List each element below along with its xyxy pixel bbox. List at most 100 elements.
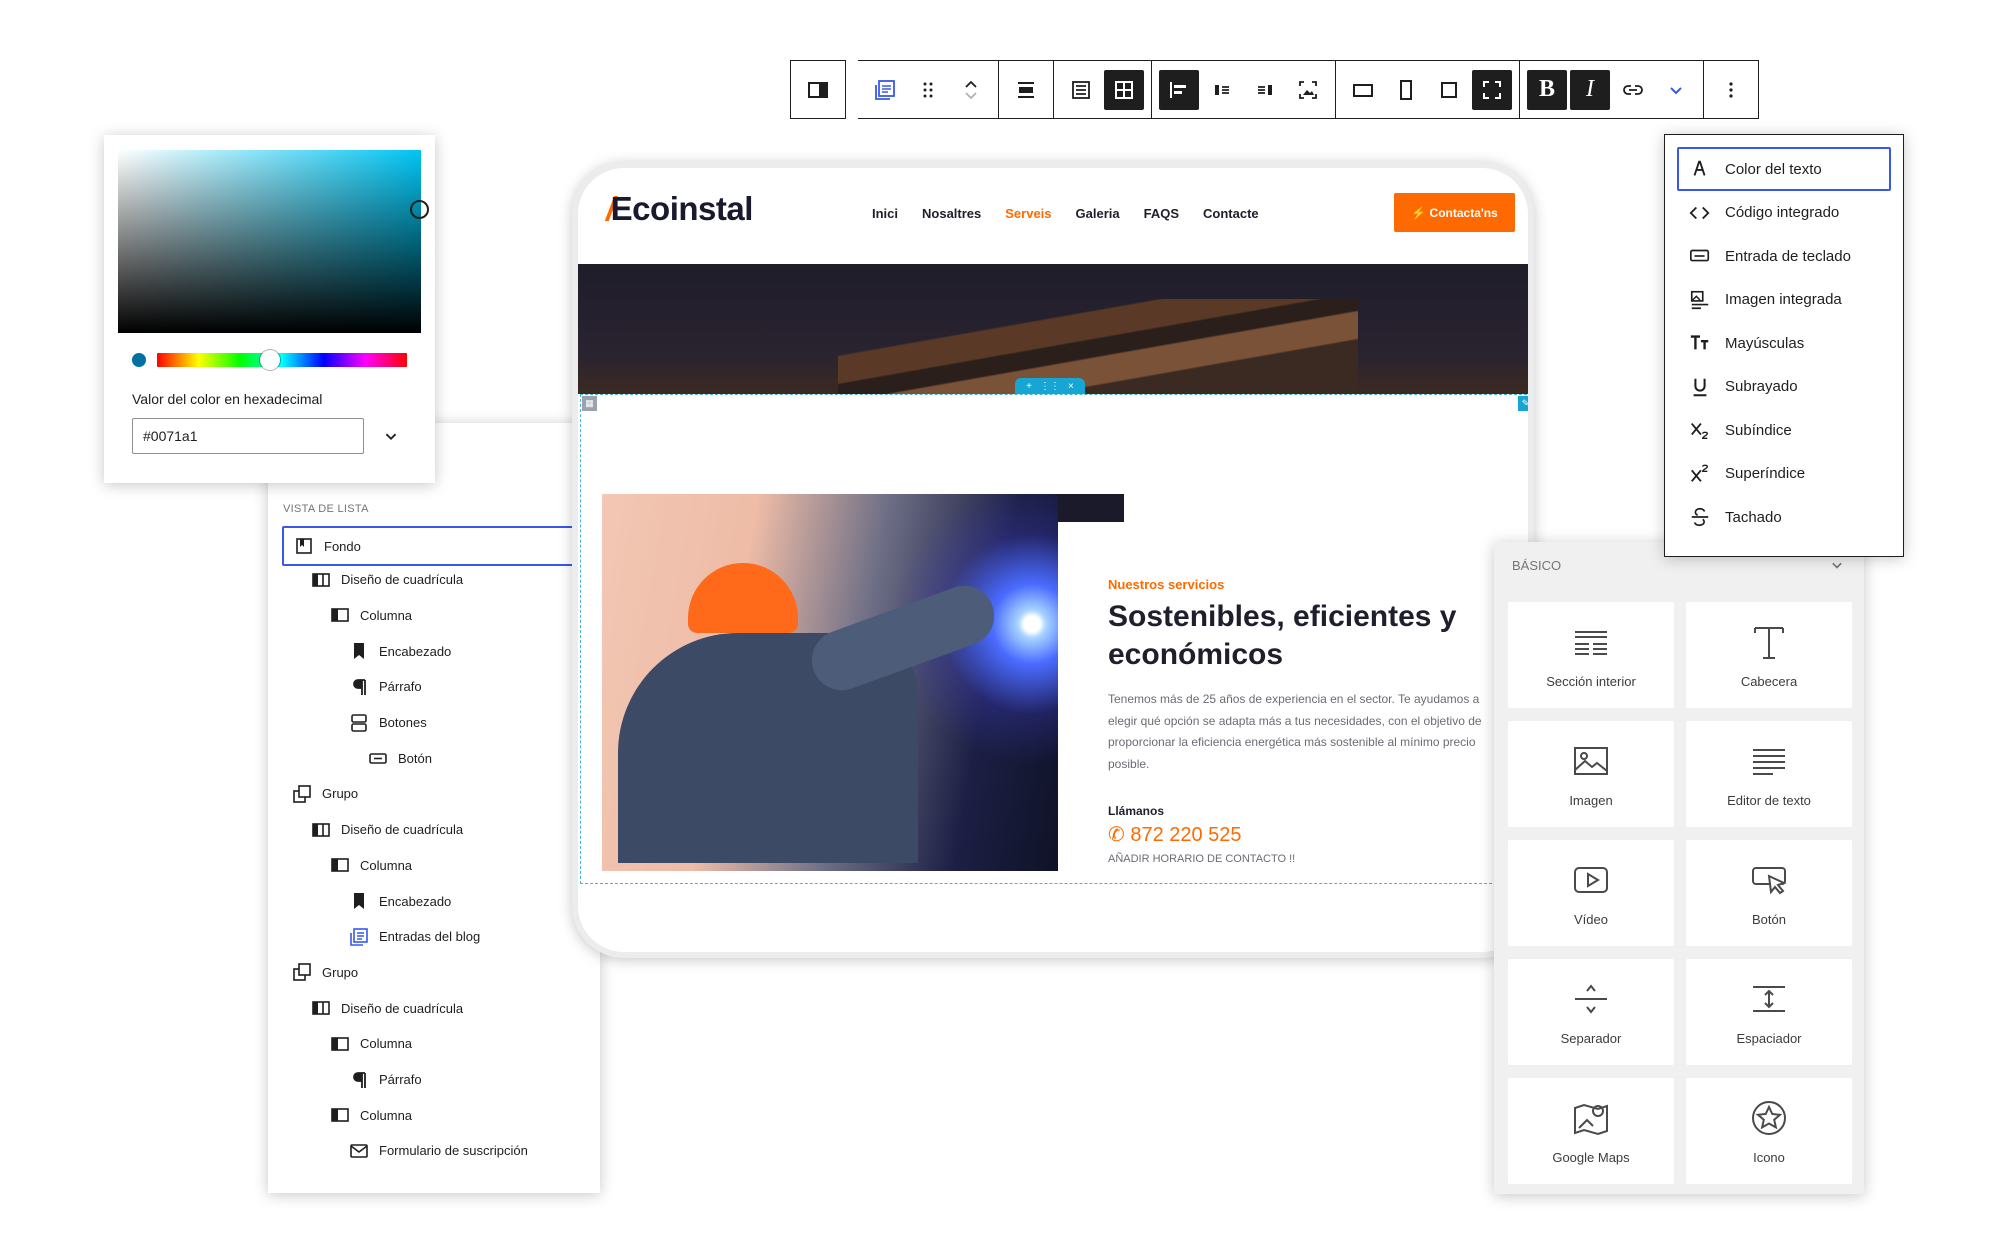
- site-logo[interactable]: /Ecoinstal: [606, 190, 753, 228]
- block-card-espaciador[interactable]: Espaciador: [1686, 959, 1852, 1065]
- text-color-icon: [1693, 160, 1706, 176]
- list-view-item-encabezado[interactable]: Encabezado: [349, 633, 451, 669]
- square-button[interactable]: [1429, 70, 1469, 110]
- list-view-item-label: Fondo: [324, 538, 361, 554]
- list-view-item-diseno-de-cuadricula[interactable]: Diseño de cuadrícula: [311, 562, 463, 598]
- image-icon: [1574, 746, 1608, 775]
- list-view-item-encabezado[interactable]: Encabezado: [349, 883, 451, 919]
- toolbar-group-justify: [1152, 60, 1336, 119]
- fullscreen-icon: [1483, 80, 1501, 99]
- list-view-item-formulario-de-suscripcion[interactable]: Formulario de suscripción: [349, 1133, 528, 1169]
- hue-slider-handle[interactable]: [259, 350, 280, 370]
- format-item-superindice[interactable]: Superíndice: [1677, 452, 1891, 496]
- list-view-item-entradas-del-blog[interactable]: Entradas del blog: [349, 919, 480, 955]
- format-item-codigo-integrado[interactable]: Código integrado: [1677, 191, 1891, 235]
- block-card-seccion-interior[interactable]: Sección interior: [1508, 602, 1674, 708]
- block-card-imagen[interactable]: Imagen: [1508, 721, 1674, 827]
- format-item-subindice[interactable]: Subíndice: [1677, 408, 1891, 452]
- list-view-item-parrafo[interactable]: Párrafo: [349, 1062, 422, 1098]
- list-view-item-columna[interactable]: Columna: [330, 597, 412, 633]
- list-view-item-diseno-de-cuadricula[interactable]: Diseño de cuadrícula: [311, 990, 463, 1026]
- format-item-tachado[interactable]: Tachado: [1677, 495, 1891, 539]
- link-button[interactable]: [1613, 70, 1653, 110]
- color-picker-popover: Valor del color en hexadecimal: [104, 135, 435, 483]
- list-view-item-label: Encabezado: [379, 893, 452, 909]
- list-view-item-parrafo[interactable]: Párrafo: [349, 669, 422, 705]
- more-formatting-button[interactable]: [1656, 70, 1696, 110]
- justify-left-button[interactable]: [1159, 69, 1199, 110]
- nav-item-inici[interactable]: Inici: [872, 206, 898, 221]
- current-color-swatch: [132, 353, 146, 367]
- superscript-icon: [1691, 464, 1709, 482]
- phone-link[interactable]: ✆ 872 220 525: [1108, 822, 1242, 847]
- landscape-button[interactable]: [1343, 70, 1383, 110]
- list-view-item-columna[interactable]: Columna: [330, 1026, 412, 1062]
- italic-button[interactable]: I: [1570, 69, 1610, 110]
- chevron-down-icon[interactable]: [380, 425, 402, 447]
- drag-handle[interactable]: [908, 70, 948, 110]
- block-card-cabecera[interactable]: Cabecera: [1686, 602, 1852, 708]
- image-fit-button[interactable]: [1288, 70, 1328, 110]
- block-card-editor-de-texto[interactable]: Editor de texto: [1686, 721, 1852, 827]
- hue-slider[interactable]: [157, 353, 407, 367]
- edit-pencil-icon[interactable]: ✎: [1518, 396, 1528, 411]
- list-view-item-label: Diseño de cuadrícula: [341, 822, 464, 838]
- move-up-down-button[interactable]: [951, 70, 991, 110]
- list-view-item-label: Párrafo: [379, 1072, 422, 1087]
- bold-button[interactable]: B: [1527, 69, 1567, 110]
- sidebar-toggle-button[interactable]: [798, 70, 838, 110]
- block-handle-pill[interactable]: + ⋮⋮ ×: [1015, 378, 1085, 394]
- hex-value-input[interactable]: [132, 418, 364, 454]
- format-item-mayusculas[interactable]: Mayúsculas: [1677, 321, 1891, 365]
- nav-item-contacte[interactable]: Contacte: [1203, 206, 1259, 221]
- toolbar-group-format: B I: [1520, 60, 1704, 119]
- block-card-video[interactable]: Vídeo: [1508, 840, 1674, 946]
- block-type-button[interactable]: [865, 70, 905, 110]
- star-icon: [1752, 1100, 1786, 1135]
- grid-view-button[interactable]: [1104, 69, 1144, 110]
- square-icon: [1441, 81, 1457, 98]
- list-view-item-botones[interactable]: Botones: [349, 705, 427, 741]
- format-item-label: Imagen integrada: [1725, 291, 1842, 308]
- contact-hours-note: AÑADIR HORARIO DE CONTACTO !!: [1108, 853, 1296, 865]
- buttons-icon: [351, 713, 367, 732]
- portrait-button[interactable]: [1386, 70, 1426, 110]
- justify-middle-button[interactable]: [1202, 70, 1242, 110]
- nav-item-serveis[interactable]: Serveis: [1005, 206, 1051, 221]
- block-card-label: Sección interior: [1546, 673, 1636, 689]
- block-card-separador[interactable]: Separador: [1508, 959, 1674, 1065]
- format-item-entrada-de-teclado[interactable]: Entrada de teclado: [1677, 234, 1891, 278]
- list-view-item-boton[interactable]: Botón: [368, 740, 432, 776]
- block-card-boton[interactable]: Botón: [1686, 840, 1852, 946]
- align-button[interactable]: [1006, 70, 1046, 110]
- chevron-down-icon[interactable]: [1827, 555, 1847, 575]
- format-item-color-del-texto[interactable]: Color del texto: [1677, 147, 1891, 191]
- block-card-google-maps[interactable]: Google Maps: [1508, 1078, 1674, 1184]
- list-view-item-grupo[interactable]: Grupo: [292, 954, 358, 990]
- list-view-item-columna[interactable]: Columna: [330, 847, 412, 883]
- options-button[interactable]: [1711, 70, 1751, 110]
- list-view-item-columna[interactable]: Columna: [330, 1097, 412, 1133]
- block-card-icono[interactable]: Icono: [1686, 1078, 1852, 1184]
- columns-handle-icon[interactable]: ▦: [582, 396, 597, 411]
- nav-item-nosaltres[interactable]: Nosaltres: [922, 206, 981, 221]
- format-item-imagen-integrada[interactable]: Imagen integrada: [1677, 278, 1891, 322]
- list-view-item-label: Columna: [360, 1107, 413, 1123]
- format-item-label: Superíndice: [1725, 465, 1806, 482]
- list-view-item-grupo[interactable]: Grupo: [292, 776, 358, 812]
- fullscreen-button[interactable]: [1472, 69, 1512, 110]
- list-view-button[interactable]: [1061, 70, 1101, 110]
- saturation-area[interactable]: [118, 150, 421, 333]
- nav-item-galeria[interactable]: Galeria: [1076, 206, 1120, 221]
- contact-cta-button[interactable]: ⚡ Contacta'ns: [1394, 193, 1515, 232]
- list-view-item-fondo[interactable]: Fondo: [282, 526, 584, 566]
- toolbar-group-sidebar: [790, 60, 846, 119]
- justify-right-button[interactable]: [1245, 70, 1285, 110]
- nav-item-faqs[interactable]: FAQS: [1144, 206, 1179, 221]
- saturation-handle[interactable]: [410, 200, 429, 219]
- list-view-item-label: Grupo: [322, 964, 359, 980]
- add-icon: +: [1026, 380, 1032, 392]
- format-item-subrayado[interactable]: Subrayado: [1677, 365, 1891, 409]
- list-view-item-label: Encabezado: [379, 643, 452, 659]
- list-view-item-diseno-de-cuadricula[interactable]: Diseño de cuadrícula: [311, 812, 463, 848]
